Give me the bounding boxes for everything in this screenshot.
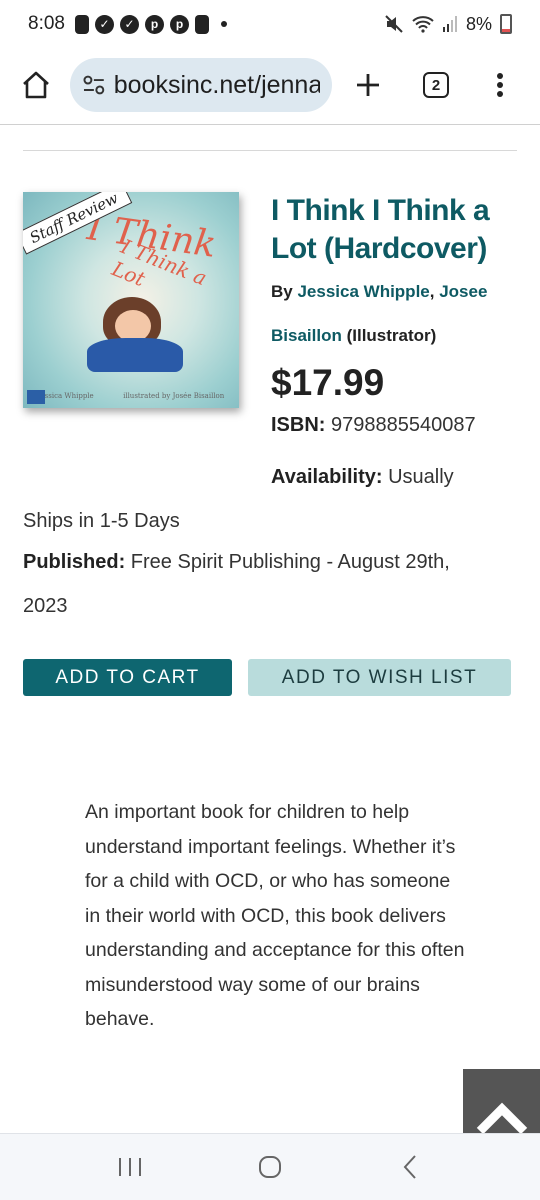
more-notifications-dot (220, 21, 227, 27)
published-line: Published: Free Spirit Publishing - Augu… (23, 540, 517, 584)
home-button[interactable] (14, 63, 58, 107)
url-text[interactable]: booksinc.net/jenna (114, 71, 320, 100)
more-vertical-icon (497, 73, 503, 97)
address-bar[interactable]: booksinc.net/jenna (70, 58, 332, 112)
cover-illustrator-credit: illustrated by Josée Bisaillon (123, 392, 225, 400)
site-settings-icon[interactable] (82, 74, 106, 96)
published-year: 2023 (23, 595, 68, 617)
tab-count: 2 (423, 72, 449, 98)
book-description: An important book for children to help u… (85, 801, 465, 1030)
status-right: 8% (384, 14, 512, 35)
chevron-up-icon (476, 1102, 527, 1133)
browser-menu-button[interactable] (478, 63, 522, 107)
mute-icon (385, 15, 403, 33)
isbn: ISBN: 9798885540087 (271, 414, 476, 437)
illustrator-role: (Illustrator) (346, 326, 437, 345)
back-icon (403, 1155, 416, 1179)
home-circle-icon (259, 1156, 281, 1178)
notification-icon (74, 14, 89, 34)
battery-icon (500, 14, 512, 34)
pinterest-icon: p (144, 14, 164, 34)
pinterest-icon: p (169, 14, 189, 34)
tab-switcher-button[interactable]: 2 (414, 63, 458, 107)
home-nav-button[interactable] (245, 1142, 295, 1192)
published-label: Published: (23, 551, 126, 573)
recent-apps-button[interactable] (105, 1142, 155, 1192)
availability: Availability: Usually Ships in 1-5 Days (23, 455, 517, 543)
back-nav-button[interactable] (385, 1142, 435, 1192)
cover-author-credit: Jessica Whipple (37, 392, 94, 400)
plus-icon (357, 74, 379, 96)
browser-toolbar: booksinc.net/jenna 2 (0, 52, 540, 118)
wifi-icon (412, 16, 434, 33)
availability-label: Availability: (271, 466, 383, 488)
add-to-wish-list-button[interactable]: ADD TO WISH LIST (248, 659, 511, 696)
cover-illustration-body (87, 338, 183, 372)
recent-apps-icon (119, 1158, 141, 1176)
scroll-to-top-button[interactable] (463, 1069, 540, 1133)
battery-percent: 8% (465, 13, 492, 34)
cover-credits: Jessica Whipple illustrated by Josée Bis… (23, 392, 239, 400)
status-time: 8:08 (28, 13, 65, 34)
author-separator: , (429, 282, 435, 301)
price: $17.99 (271, 362, 385, 403)
add-to-cart-button[interactable]: ADD TO CART (23, 659, 232, 696)
publisher-logo (27, 390, 45, 404)
isbn-label: ISBN: (271, 414, 326, 436)
system-nav-bar (0, 1133, 540, 1200)
home-icon (23, 71, 49, 99)
lock-icon (194, 14, 209, 34)
status-left: 8:08 ✓ ✓ p p (28, 13, 227, 35)
published-value: Free Spirit Publishing - August 29th, (130, 551, 450, 573)
published: Published: Free Spirit Publishing - Augu… (23, 540, 517, 628)
book-title: I Think I Think a Lot (Hardcover) (271, 194, 490, 265)
check-icon: ✓ (94, 14, 114, 34)
signal-icon (442, 16, 457, 32)
status-bar: 8:08 ✓ ✓ p p 8% (0, 0, 540, 48)
toolbar-divider (0, 124, 540, 125)
availability-line: Availability: Usually (23, 455, 517, 499)
isbn-value: 9798885540087 (331, 414, 476, 436)
author-link[interactable]: Jessica Whipple (297, 282, 429, 301)
book-cover-image[interactable]: I Think I Think a Lot Jessica Whipple il… (23, 192, 239, 408)
content-divider (23, 150, 517, 151)
byline: By Jessica Whipple, Josee Bisaillon (Ill… (271, 270, 521, 358)
availability-value-part1: Usually (388, 466, 454, 488)
availability-value-part2: Ships in 1-5 Days (23, 510, 180, 532)
by-label: By (271, 282, 293, 301)
new-tab-button[interactable] (346, 63, 390, 107)
check-icon: ✓ (119, 14, 139, 34)
